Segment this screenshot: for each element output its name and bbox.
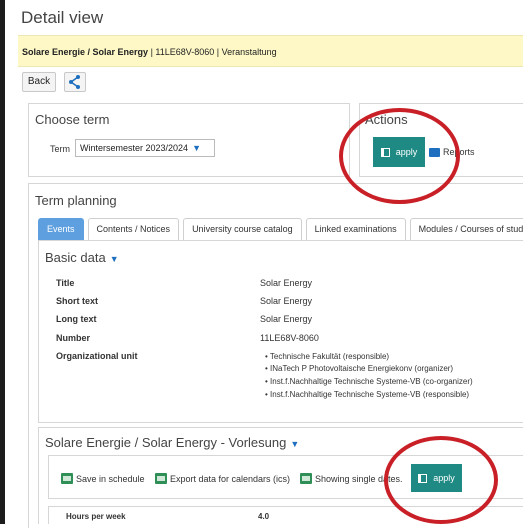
term-planning-heading: Term planning: [35, 193, 117, 208]
hours-per-week-value: 4.0: [258, 512, 270, 521]
field-label: Organizational unit: [56, 351, 138, 361]
save-in-schedule-label: Save in schedule: [76, 473, 145, 484]
tab-modules-courses[interactable]: Modules / Courses of study: [409, 218, 523, 240]
calendar-export-icon: [155, 473, 167, 484]
chevron-down-icon: ▼: [290, 439, 300, 449]
tab-events[interactable]: Events: [38, 218, 84, 240]
org-unit-text: Inst.f.Nachhaltige Technische Systeme-VB…: [270, 377, 473, 386]
list-item: • Inst.f.Nachhaltige Technische Systeme-…: [265, 390, 470, 399]
list-item: • Technische Fakultät (responsible): [265, 352, 390, 361]
list-item: • Inst.f.Nachhaltige Technische Systeme-…: [265, 377, 473, 386]
tab-linked-examinations[interactable]: Linked examinations: [305, 218, 406, 240]
field-value: Solar Energy: [260, 278, 313, 288]
back-button[interactable]: Back: [22, 72, 56, 92]
highlight-circle: [384, 436, 498, 524]
breadcrumb: Solare Energie / Solar Energy | 11LE68V-…: [18, 35, 523, 67]
save-in-schedule-button[interactable]: Save in schedule: [61, 473, 145, 484]
field-label: Long text: [56, 314, 97, 324]
field-label: Number: [56, 333, 91, 343]
org-unit-text: Technische Fakultät (responsible): [269, 352, 390, 361]
chevron-down-icon: ▼: [192, 143, 201, 153]
term-label: Term: [50, 144, 70, 154]
lecture-heading-text: Solare Energie / Solar Energy - Vorlesun…: [45, 435, 287, 450]
field-value: Solar Energy: [260, 314, 313, 324]
export-ics-button[interactable]: Export data for calendars (ics): [155, 473, 290, 484]
basic-data-heading[interactable]: Basic data ▼: [45, 250, 119, 265]
lecture-heading[interactable]: Solare Energie / Solar Energy - Vorlesun…: [45, 435, 299, 450]
term-planning-tabs: Events Contents / Notices University cou…: [38, 218, 523, 240]
term-select-value: Wintersemester 2023/2024: [80, 143, 189, 153]
hours-per-week-label: Hours per week: [66, 512, 126, 521]
calendar-save-icon: [61, 473, 73, 484]
breadcrumb-details: | 11LE68V-8060 | Veranstaltung: [148, 47, 277, 57]
field-value: Solar Energy: [260, 296, 313, 306]
org-unit-text: INaTech P Photovoltaische Energiekonv (o…: [270, 364, 454, 373]
chevron-down-icon: ▼: [109, 254, 119, 264]
page-title: Detail view: [21, 8, 104, 27]
share-icon: [69, 75, 80, 89]
window-left-edge: [0, 0, 5, 524]
calendar-dates-icon: [300, 473, 312, 484]
field-label: Title: [56, 278, 75, 288]
org-unit-text: Inst.f.Nachhaltige Technische Systeme-VB…: [270, 390, 470, 399]
tab-contents-notices[interactable]: Contents / Notices: [87, 218, 180, 240]
choose-term-panel: Choose term Term Wintersemester 2023/202…: [28, 103, 350, 177]
breadcrumb-title: Solare Energie / Solar Energy: [22, 47, 149, 57]
basic-data-heading-text: Basic data: [45, 250, 106, 265]
highlight-circle: [339, 108, 460, 204]
tab-university-course-catalog[interactable]: University course catalog: [183, 218, 302, 240]
term-select[interactable]: Wintersemester 2023/2024 ▼: [75, 139, 215, 157]
field-label: Short text: [56, 296, 99, 306]
choose-term-heading: Choose term: [35, 112, 110, 127]
export-ics-label: Export data for calendars (ics): [170, 473, 291, 484]
field-value: 11LE68V-8060: [260, 333, 319, 343]
list-item: • INaTech P Photovoltaische Energiekonv …: [265, 364, 454, 373]
share-button[interactable]: [64, 72, 86, 92]
